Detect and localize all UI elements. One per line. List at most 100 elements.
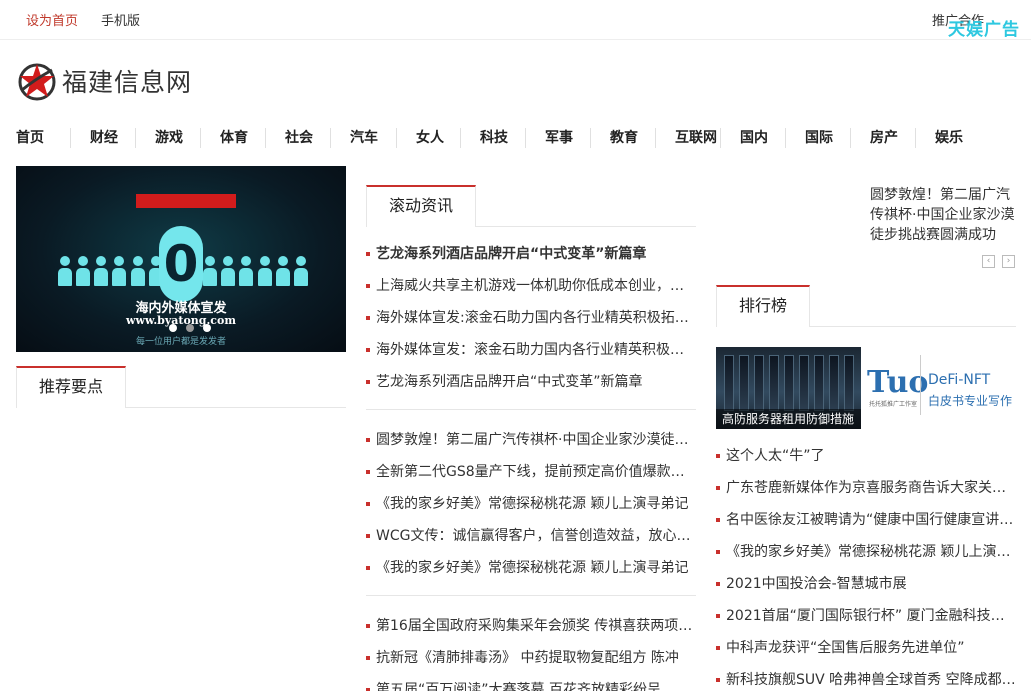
list-item-text: 《我的家乡好美》常德探秘桃花源 颖儿上演寻弟记 — [376, 496, 689, 512]
prev-arrow-icon[interactable]: ‹ — [982, 255, 995, 268]
next-arrow-icon[interactable]: › — [1002, 255, 1015, 268]
server-rack-shape — [814, 355, 824, 411]
person-icon — [275, 256, 290, 286]
set-homepage-link[interactable]: 设为首页 — [26, 10, 78, 29]
server-rack-shape — [754, 355, 764, 411]
list-item-text: 海外媒体宣发：滚金石助力国内各行业精英积极拓展海外市场 — [376, 342, 696, 358]
list-item[interactable]: WCG文传：诚信赢得客户，信誉创造效益，放心选择 — [366, 525, 696, 545]
list-item[interactable]: 名中医徐友江被聘请为“健康中国行健康宣讲专家” — [716, 509, 1016, 529]
list-item[interactable]: 海外媒体宣发：滚金石助力国内各行业精英积极拓展海外市场 — [366, 339, 696, 359]
tab-ranking[interactable]: 排行榜 — [716, 285, 811, 327]
banner-subtitle: 每一位用户都是发发者 — [135, 337, 226, 347]
ranking-section-header: 排行榜 — [716, 285, 1016, 327]
nav-separator — [396, 128, 397, 148]
list-item[interactable]: 《我的家乡好美》常德探秘桃花源 颖儿上演寻弟记 — [716, 541, 1016, 561]
nav-separator — [720, 128, 721, 148]
person-icon — [130, 256, 145, 286]
divider — [920, 355, 921, 415]
nav-separator — [460, 128, 461, 148]
list-item[interactable]: 2021中国投洽会-智慧城市展 — [716, 573, 1016, 593]
nav-separator — [200, 128, 201, 148]
site-logo[interactable]: 福建信息网 — [16, 57, 216, 105]
list-item-text: 上海威火共享主机游戏一体机助你低成本创业，助力商家引流 — [376, 278, 696, 294]
server-rack-shape — [829, 355, 839, 411]
banner-digit: 0 — [159, 226, 203, 302]
list-item[interactable]: 海外媒体宣发:滚金石助力国内各行业精英积极拓展海外市场 — [366, 307, 696, 327]
banner-red-tag — [136, 194, 236, 208]
divider — [366, 409, 696, 410]
list-item-text: 艺龙海系列酒店品牌开启“中式变革”新篇章 — [376, 246, 647, 262]
list-item[interactable]: 第五届“百万阅读”大赛落幕 百花齐放精彩纷呈 — [366, 679, 696, 691]
nav-item-9[interactable]: 教育 — [610, 127, 638, 147]
nav-separator — [915, 128, 916, 148]
person-icon — [112, 256, 127, 286]
list-item[interactable]: 新科技旗舰SUV 哈弗神兽全球首秀 空降成都车展 — [716, 669, 1016, 689]
person-icon — [203, 256, 218, 286]
server-rack-shape — [739, 355, 749, 411]
person-icon — [94, 256, 109, 286]
nav-item-14[interactable]: 娱乐 — [935, 127, 963, 147]
ad-banner-text[interactable]: 天娱广告 — [948, 15, 1020, 40]
tab-recommend[interactable]: 推荐要点 — [16, 366, 127, 408]
nav-item-3[interactable]: 体育 — [220, 127, 248, 147]
list-item-text: 《我的家乡好美》常德探秘桃花源 颖儿上演寻弟记 — [376, 560, 689, 576]
list-item-text: 2021中国投洽会-智慧城市展 — [726, 576, 907, 592]
nav-item-1[interactable]: 财经 — [90, 127, 118, 147]
recommend-section-header: 推荐要点 — [16, 366, 346, 408]
server-rack-shape — [769, 355, 779, 411]
carousel-dot[interactable] — [169, 324, 177, 332]
defi-title: DeFi-NFT — [928, 372, 991, 388]
nav-item-0[interactable]: 首页 — [16, 127, 44, 147]
person-icon — [221, 256, 236, 286]
list-item[interactable]: 第16届全国政府采购集采年会颁奖 传祺喜获两项大奖 — [366, 615, 696, 635]
server-thumbnail[interactable]: 高防服务器租用防御措施 — [716, 347, 861, 429]
featured-headline-link[interactable]: 圆梦敦煌！第二届广汽传祺杯·中国企业家沙漠徒步挑战赛圆满成功 — [870, 185, 1020, 245]
list-item-text: 《我的家乡好美》常德探秘桃花源 颖儿上演寻弟记 — [726, 544, 1016, 560]
nav-item-6[interactable]: 女人 — [416, 127, 444, 147]
carousel-dot[interactable] — [203, 324, 211, 332]
nav-item-10[interactable]: 互联网 — [675, 127, 717, 147]
list-item-text: 广东苍鹿新媒体作为京喜服务商告诉大家关于京喜的那些事 — [726, 480, 1016, 496]
list-item[interactable]: 艺龙海系列酒店品牌开启“中式变革”新篇章 — [366, 243, 696, 263]
person-icon — [293, 256, 308, 286]
nav-item-7[interactable]: 科技 — [480, 127, 508, 147]
nav-item-2[interactable]: 游戏 — [155, 127, 183, 147]
tab-scroll-news[interactable]: 滚动资讯 — [366, 185, 477, 227]
person-icon — [76, 256, 91, 286]
list-item[interactable]: 中科声龙获评“全国售后服务先进单位” — [716, 637, 1016, 657]
list-item[interactable]: 上海威火共享主机游戏一体机助你低成本创业，助力商家引流 — [366, 275, 696, 295]
mobile-version-link[interactable]: 手机版 — [101, 10, 140, 29]
list-item-text: 这个人太“牛”了 — [726, 448, 825, 464]
defi-nft-thumbnail[interactable]: Tuo 托托狐推广工作室 DeFi-NFT 白皮书专业写作 — [863, 347, 1016, 429]
scroll-news-section-header: 滚动资讯 — [366, 185, 696, 227]
logo-text: 福建信息网 — [62, 68, 193, 97]
list-item-text: 第16届全国政府采购集采年会颁奖 传祺喜获两项大奖 — [376, 618, 696, 634]
nav-separator — [70, 128, 71, 148]
list-item[interactable]: 2021首届“厦门国际银行杯” 厦门金融科技创新大赛 — [716, 605, 1016, 625]
list-item-text: 中科声龙获评“全国售后服务先进单位” — [726, 640, 965, 656]
nav-item-5[interactable]: 汽车 — [350, 127, 378, 147]
list-item-text: 名中医徐友江被聘请为“健康中国行健康宣讲专家” — [726, 512, 1016, 528]
nav-separator — [655, 128, 656, 148]
nav-item-13[interactable]: 房产 — [870, 127, 898, 147]
nav-item-12[interactable]: 国际 — [805, 127, 833, 147]
person-icon — [58, 256, 72, 286]
list-item[interactable]: 广东苍鹿新媒体作为京喜服务商告诉大家关于京喜的那些事 — [716, 477, 1016, 497]
list-item[interactable]: 艺龙海系列酒店品牌开启“中式变革”新篇章 — [366, 371, 696, 391]
nav-item-11[interactable]: 国内 — [740, 127, 768, 147]
carousel-dot[interactable] — [186, 324, 194, 332]
nav-separator — [785, 128, 786, 148]
list-item[interactable]: 《我的家乡好美》常德探秘桃花源 颖儿上演寻弟记 — [366, 493, 696, 513]
nav-item-4[interactable]: 社会 — [285, 127, 313, 147]
nav-separator — [850, 128, 851, 148]
list-item[interactable]: 这个人太“牛”了 — [716, 445, 1016, 465]
list-item[interactable]: 《我的家乡好美》常德探秘桃花源 颖儿上演寻弟记 — [366, 557, 696, 577]
list-item[interactable]: 全新第二代GS8量产下线，提前预定高价值爆款头部车型 — [366, 461, 696, 481]
banner-carousel[interactable]: 0 海内外媒体宣发 www.byatong.com 每一位用户都是发发者 — [16, 166, 346, 352]
person-icon — [239, 256, 254, 286]
list-item[interactable]: 抗新冠《清肺排毒汤》 中药提取物复配组方 陈冲 — [366, 647, 696, 667]
list-item-text: 抗新冠《清肺排毒汤》 中药提取物复配组方 陈冲 — [376, 650, 679, 666]
list-item-text: 2021首届“厦门国际银行杯” 厦门金融科技创新大赛 — [726, 608, 1016, 624]
list-item[interactable]: 圆梦敦煌！第二届广汽传祺杯·中国企业家沙漠徒步挑战赛 — [366, 429, 696, 449]
nav-item-8[interactable]: 军事 — [545, 127, 573, 147]
